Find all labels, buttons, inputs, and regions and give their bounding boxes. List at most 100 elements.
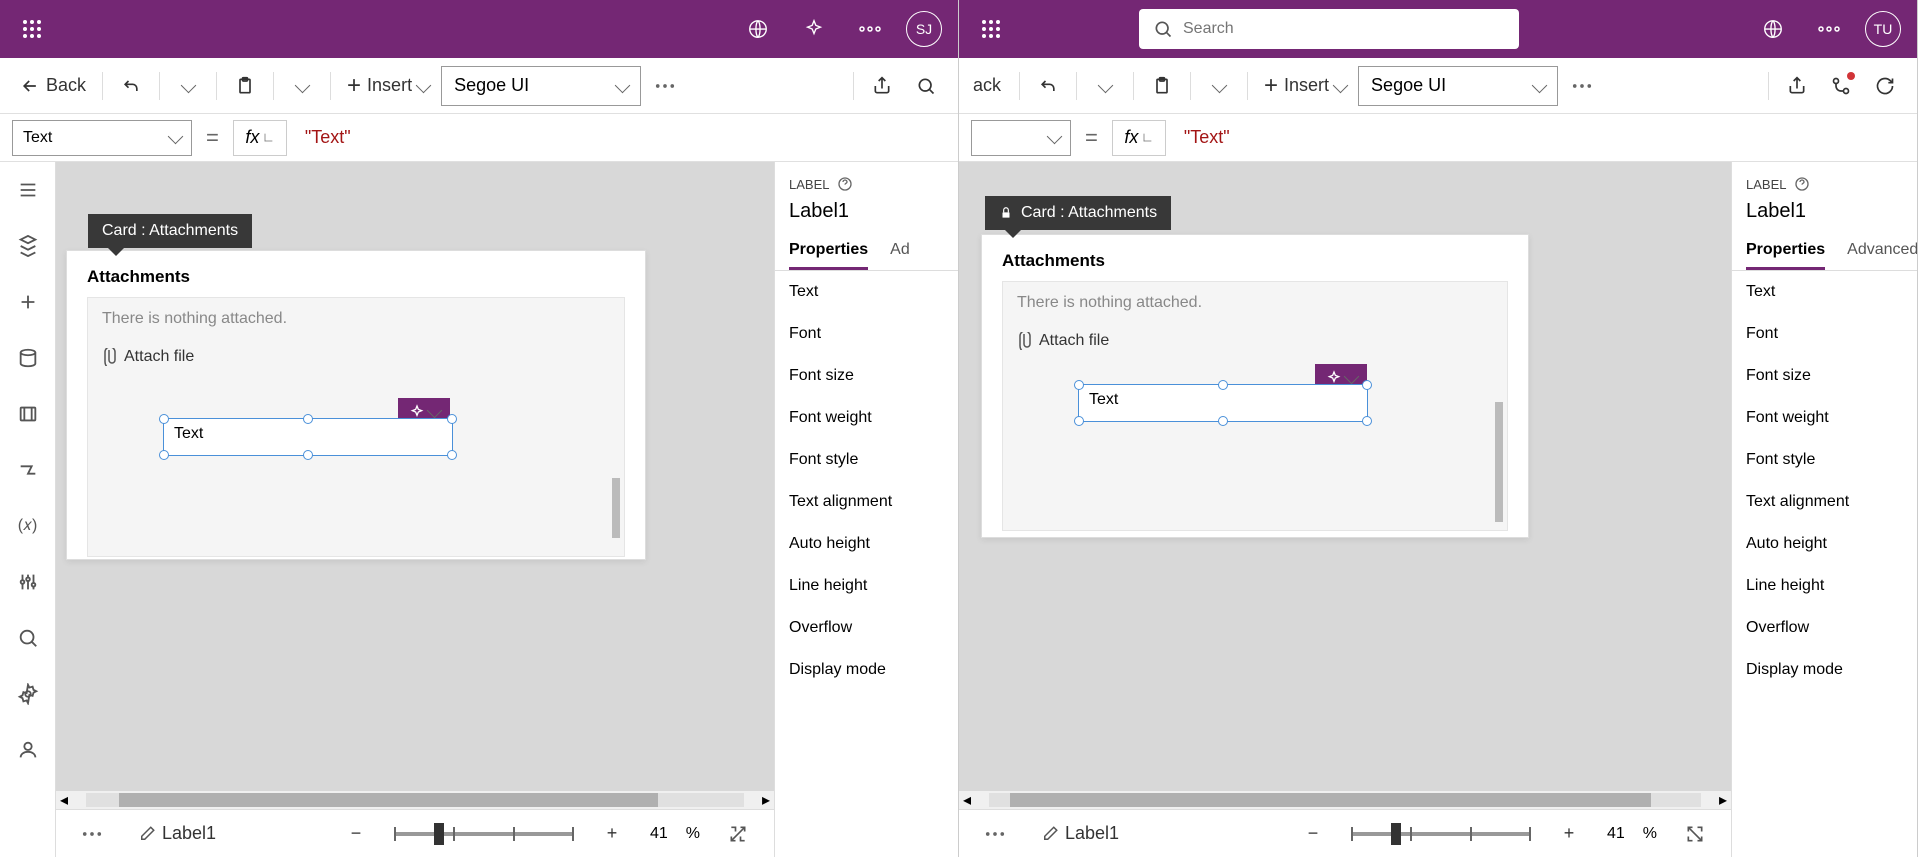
prop-item[interactable]: Display mode [1732, 649, 1917, 691]
prop-item[interactable]: Font size [1732, 355, 1917, 397]
tab-advanced[interactable]: Ad [890, 233, 910, 270]
prop-item[interactable]: Text alignment [1732, 481, 1917, 523]
data-icon[interactable] [10, 340, 46, 376]
more-toolbar-icon[interactable] [1562, 66, 1602, 106]
prop-item[interactable]: Font [775, 313, 958, 355]
prop-item[interactable]: Text [775, 271, 958, 313]
undo-menu[interactable] [1085, 66, 1125, 106]
formula-input[interactable]: "Text" [1174, 120, 1905, 156]
control-indicator[interactable]: Label1 [1033, 814, 1127, 854]
source-control-button[interactable] [1821, 66, 1861, 106]
more-toolbar-icon[interactable] [645, 66, 685, 106]
attachments-area[interactable]: There is nothing attached. Attach file [87, 297, 625, 557]
paste-button[interactable] [1142, 66, 1182, 106]
search-rail-icon[interactable] [10, 620, 46, 656]
globe-icon[interactable] [1753, 9, 1793, 49]
prop-item[interactable]: Font style [775, 439, 958, 481]
avatar[interactable]: SJ [906, 11, 942, 47]
flows-icon[interactable] [10, 452, 46, 488]
fx-button[interactable]: fx [233, 120, 287, 156]
fit-screen-button[interactable] [1675, 814, 1715, 854]
help-icon[interactable] [1794, 176, 1810, 192]
tab-advanced[interactable]: Advanced [1847, 233, 1917, 270]
property-selector[interactable] [971, 120, 1071, 156]
paste-button[interactable] [225, 66, 265, 106]
zoom-slider[interactable] [394, 832, 574, 836]
insert-button[interactable]: Insert [1256, 66, 1354, 106]
media-icon[interactable] [10, 396, 46, 432]
prop-item[interactable]: Font weight [775, 397, 958, 439]
more-icon[interactable] [850, 9, 890, 49]
hamburger-icon[interactable] [10, 172, 46, 208]
attach-file-button[interactable]: Attach file [102, 348, 610, 366]
card[interactable]: Attachments There is nothing attached. A… [981, 234, 1529, 538]
app-launcher-icon[interactable] [975, 13, 1007, 45]
insert-button[interactable]: Insert [339, 66, 437, 106]
zoom-out-button[interactable]: − [1293, 814, 1333, 854]
fx-button[interactable]: fx [1112, 120, 1166, 156]
share-button[interactable] [862, 66, 902, 106]
paste-menu[interactable] [1199, 66, 1239, 106]
help-icon[interactable] [837, 176, 853, 192]
paste-menu[interactable] [282, 66, 322, 106]
status-more-icon[interactable] [72, 814, 112, 854]
formula-input[interactable]: "Text" [295, 120, 946, 156]
back-button-partial[interactable]: ack [971, 66, 1011, 106]
zoom-in-button[interactable]: + [1549, 814, 1589, 854]
canvas-scroll[interactable]: Card : Attachments Attachments There is … [959, 162, 1731, 791]
share-button[interactable] [1777, 66, 1817, 106]
card[interactable]: Attachments There is nothing attached. A… [66, 250, 646, 560]
tab-properties[interactable]: Properties [1746, 233, 1825, 270]
prop-item[interactable]: Overflow [1732, 607, 1917, 649]
prop-item[interactable]: Auto height [775, 523, 958, 565]
prop-item[interactable]: Overflow [775, 607, 958, 649]
zoom-slider[interactable] [1351, 832, 1531, 836]
prop-item[interactable]: Display mode [775, 649, 958, 691]
fit-screen-button[interactable] [718, 814, 758, 854]
avatar[interactable]: TU [1865, 11, 1901, 47]
agent-rail-icon[interactable] [10, 732, 46, 768]
prop-item[interactable]: Line height [1732, 565, 1917, 607]
canvas-scroll[interactable]: Card : Attachments Attachments There is … [56, 162, 774, 791]
prop-item[interactable]: Font size [775, 355, 958, 397]
prop-item[interactable]: Line height [775, 565, 958, 607]
v-scroll[interactable] [612, 478, 620, 538]
undo-button[interactable] [1028, 66, 1068, 106]
prop-item[interactable]: Auto height [1732, 523, 1917, 565]
add-icon[interactable] [10, 284, 46, 320]
settings-rail-icon[interactable] [10, 676, 46, 712]
undo-menu[interactable] [168, 66, 208, 106]
prop-item[interactable]: Font [1732, 313, 1917, 355]
tree-view-icon[interactable] [10, 228, 46, 264]
preview-button[interactable] [906, 66, 946, 106]
selected-label[interactable]: Text [163, 418, 453, 456]
app-launcher-icon[interactable] [16, 13, 48, 45]
font-selector[interactable]: Segoe UI [1358, 66, 1558, 106]
tools-icon[interactable] [10, 564, 46, 600]
selected-label[interactable]: Text [1078, 384, 1368, 422]
undo-button[interactable] [111, 66, 151, 106]
h-scrollbar[interactable]: ◂ ▸ [959, 791, 1731, 809]
tab-properties[interactable]: Properties [789, 233, 868, 270]
h-scrollbar[interactable]: ◂ ▸ [56, 791, 774, 809]
search-box[interactable] [1139, 9, 1519, 49]
more-icon[interactable] [1809, 9, 1849, 49]
attachments-area[interactable]: There is nothing attached. Attach file [1002, 281, 1508, 531]
prop-item[interactable]: Text alignment [775, 481, 958, 523]
prop-item[interactable]: Font style [1732, 439, 1917, 481]
variables-icon[interactable]: (𝑥) [10, 508, 46, 544]
attach-file-button[interactable]: Attach file [1017, 332, 1493, 350]
zoom-out-button[interactable]: − [336, 814, 376, 854]
prop-item[interactable]: Font weight [1732, 397, 1917, 439]
copilot-icon[interactable] [794, 9, 834, 49]
v-scroll[interactable] [1495, 402, 1503, 522]
control-indicator[interactable]: Label1 [130, 814, 224, 854]
globe-icon[interactable] [738, 9, 778, 49]
font-selector[interactable]: Segoe UI [441, 66, 641, 106]
back-button[interactable]: Back [12, 66, 94, 106]
prop-item[interactable]: Text [1732, 271, 1917, 313]
property-selector[interactable]: Text [12, 120, 192, 156]
search-input[interactable] [1183, 20, 1505, 38]
refresh-button[interactable] [1865, 66, 1905, 106]
status-more-icon[interactable] [975, 814, 1015, 854]
